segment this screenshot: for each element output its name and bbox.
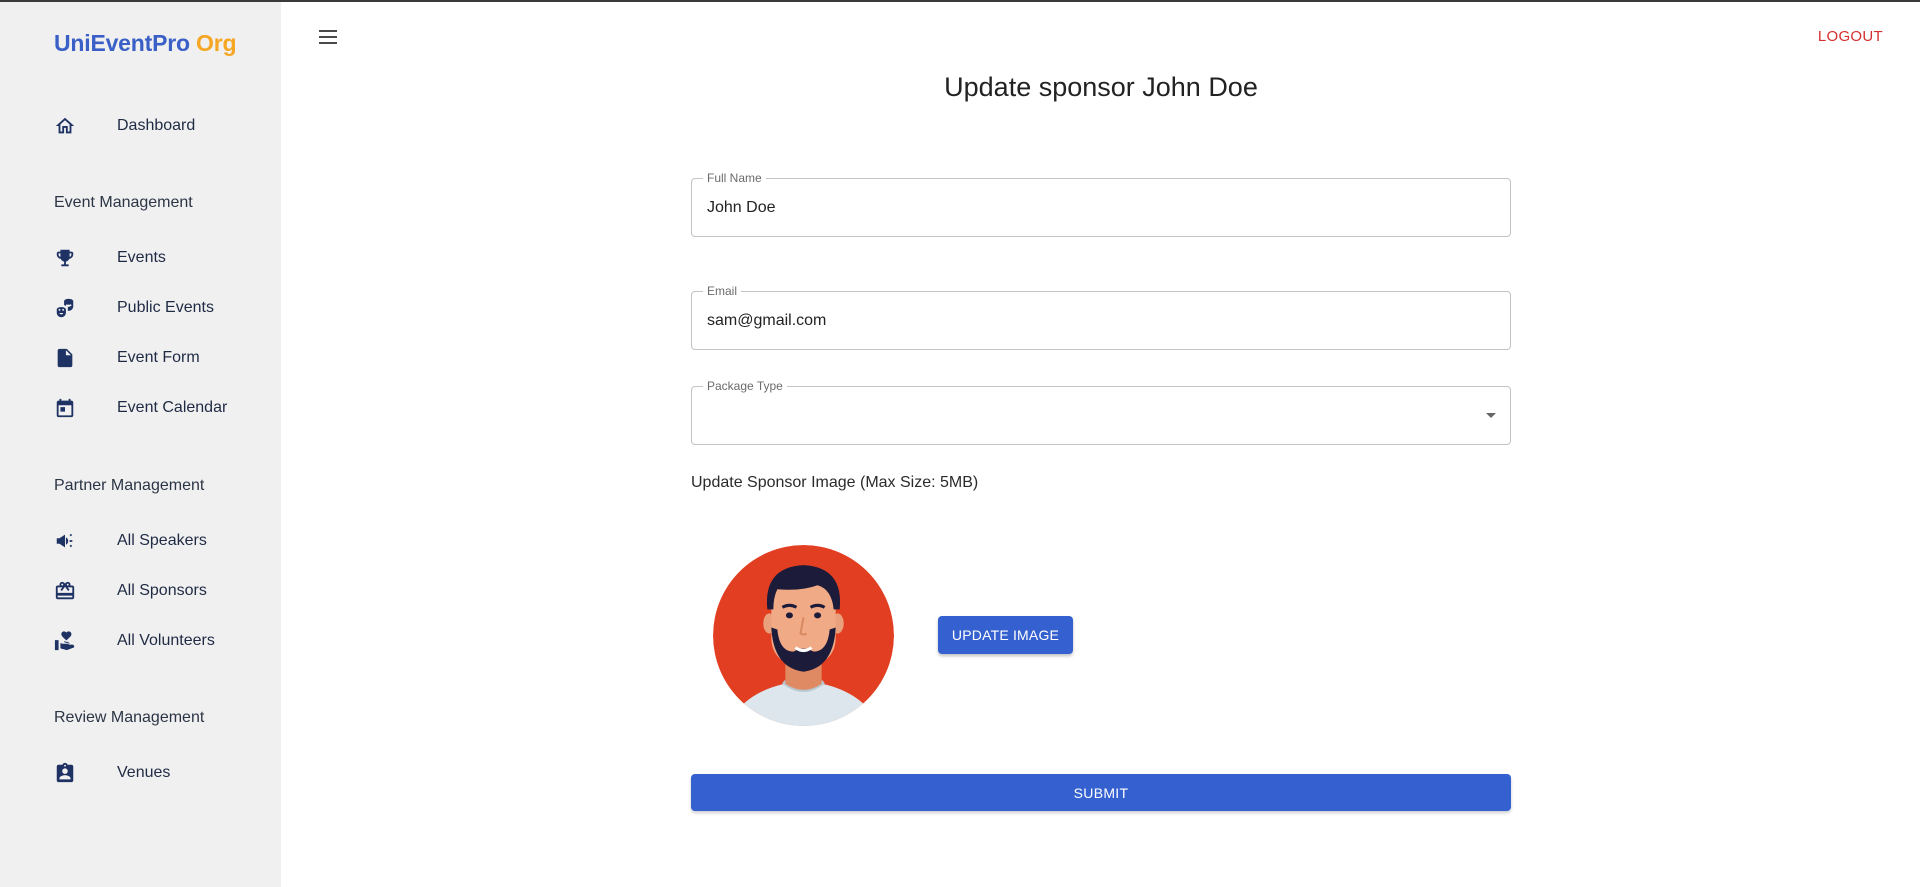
sidebar-item-label: All Speakers xyxy=(117,532,207,549)
hand-heart-icon xyxy=(54,630,76,652)
section-title-event-management: Event Management xyxy=(54,194,193,211)
brand-name: UniEventPro xyxy=(54,30,190,56)
section-title-review-management: Review Management xyxy=(54,709,205,726)
top-border xyxy=(0,0,1920,2)
package-type-select[interactable]: Package Type xyxy=(691,379,1511,445)
sidebar-item-public-events[interactable]: Public Events xyxy=(0,287,281,329)
sidebar-item-all-sponsors[interactable]: All Sponsors xyxy=(0,570,281,612)
sidebar: UniEventPro Org Dashboard Event Manageme… xyxy=(0,2,281,887)
section-title-partner-management: Partner Management xyxy=(54,477,205,494)
page-title: Update sponsor John Doe xyxy=(944,72,1258,102)
gift-card-icon xyxy=(54,580,76,602)
file-icon xyxy=(54,347,76,369)
sidebar-item-label: All Volunteers xyxy=(117,632,215,649)
sidebar-item-label: Venues xyxy=(117,764,171,781)
sidebar-item-event-form[interactable]: Event Form xyxy=(0,337,281,379)
home-icon xyxy=(54,115,76,137)
image-upload-label: Update Sponsor Image (Max Size: 5MB) xyxy=(691,474,979,491)
badge-icon xyxy=(54,762,76,784)
chevron-down-icon xyxy=(1486,413,1496,418)
theater-masks-icon xyxy=(54,297,76,319)
sidebar-item-event-calendar[interactable]: Event Calendar xyxy=(0,387,281,429)
calendar-icon xyxy=(54,397,76,419)
brand-logo[interactable]: UniEventPro Org xyxy=(54,30,237,57)
sidebar-item-dashboard[interactable]: Dashboard xyxy=(0,105,281,147)
sidebar-item-label: Event Form xyxy=(117,349,200,366)
sidebar-item-label: All Sponsors xyxy=(117,582,207,599)
email-field: Email xyxy=(691,284,1511,350)
sidebar-item-all-volunteers[interactable]: All Volunteers xyxy=(0,620,281,662)
full-name-field: Full Name xyxy=(691,171,1511,237)
full-name-input[interactable] xyxy=(707,179,1487,236)
trophy-icon xyxy=(54,247,76,269)
sidebar-item-label: Event Calendar xyxy=(117,399,228,416)
submit-button[interactable]: SUBMIT xyxy=(691,774,1511,811)
megaphone-icon xyxy=(54,530,76,552)
sidebar-item-all-speakers[interactable]: All Speakers xyxy=(0,520,281,562)
hamburger-menu-icon[interactable] xyxy=(316,26,340,50)
package-type-label: Package Type xyxy=(703,379,787,393)
sidebar-item-venues[interactable]: Venues xyxy=(0,752,281,794)
sidebar-item-label: Dashboard xyxy=(117,117,196,134)
sidebar-item-events[interactable]: Events xyxy=(0,237,281,279)
sponsor-avatar xyxy=(713,545,894,726)
sidebar-item-label: Events xyxy=(117,249,166,266)
brand-suffix: Org xyxy=(196,30,237,56)
sidebar-item-label: Public Events xyxy=(117,299,214,316)
logout-button[interactable]: LOGOUT xyxy=(1818,28,1883,45)
update-image-button[interactable]: UPDATE IMAGE xyxy=(938,616,1073,654)
email-input[interactable] xyxy=(707,292,1487,349)
